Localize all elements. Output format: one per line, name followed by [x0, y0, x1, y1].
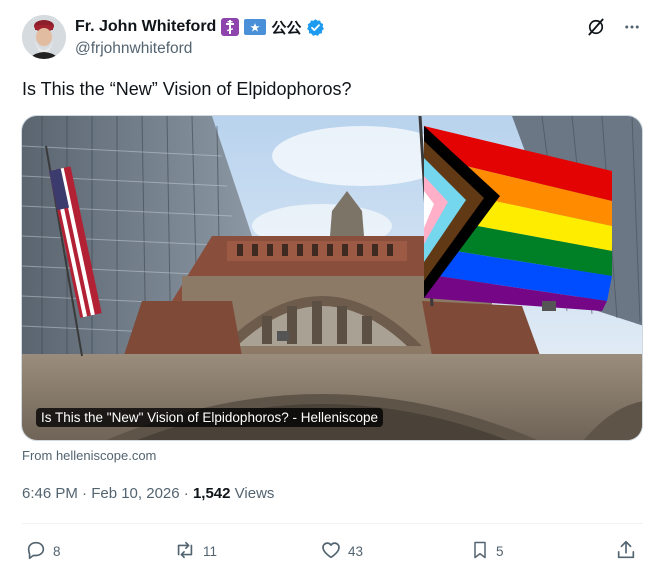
bookmark-button[interactable]: 5	[470, 538, 504, 564]
bookmark-icon	[470, 539, 490, 564]
views-label: Views	[234, 485, 275, 502]
divider	[22, 523, 643, 524]
like-icon	[320, 539, 342, 564]
orthodox-cross-icon	[221, 18, 240, 36]
reply-count: 8	[53, 543, 61, 559]
top-actions	[586, 17, 641, 42]
card-image	[22, 116, 642, 440]
reply-icon	[25, 539, 47, 564]
action-bar: 8 11 43 5	[22, 538, 643, 564]
name-symbols: 公公	[271, 19, 302, 37]
author-handle[interactable]: @frjohnwhiteford	[75, 40, 192, 58]
views-count: 1,542	[192, 485, 231, 502]
repost-count: 11	[203, 543, 218, 559]
link-card[interactable]: Is This the "New" Vision of Elpidophoros…	[21, 115, 643, 441]
card-caption: Is This the "New" Vision of Elpidophoros…	[36, 408, 384, 427]
repost-button[interactable]: 11	[173, 538, 217, 564]
grok-icon[interactable]	[586, 17, 606, 42]
avatar[interactable]	[22, 15, 66, 59]
author-row: Fr. John Whiteford 公公	[75, 16, 325, 38]
tweet-text: Is This the “New” Vision of Elpidophoros…	[22, 79, 352, 99]
flag-icon	[244, 19, 267, 35]
verified-icon[interactable]	[306, 18, 325, 37]
bookmark-count: 5	[496, 543, 504, 559]
meta-separator: ·	[183, 485, 189, 502]
like-button[interactable]: 43	[320, 538, 363, 564]
like-count: 43	[348, 543, 364, 559]
timestamp[interactable]: 6:46 PM · Feb 10, 2026	[22, 485, 180, 502]
display-name[interactable]: Fr. John Whiteford	[75, 18, 216, 36]
reply-button[interactable]: 8	[25, 538, 61, 564]
share-button[interactable]	[615, 538, 637, 564]
tweet-meta: 6:46 PM · Feb 10, 2026 · 1,542 Views	[22, 485, 274, 502]
more-icon[interactable]	[623, 18, 641, 41]
card-source[interactable]: From helleniscope.com	[22, 448, 156, 463]
share-icon	[615, 539, 637, 564]
repost-icon	[173, 539, 197, 564]
